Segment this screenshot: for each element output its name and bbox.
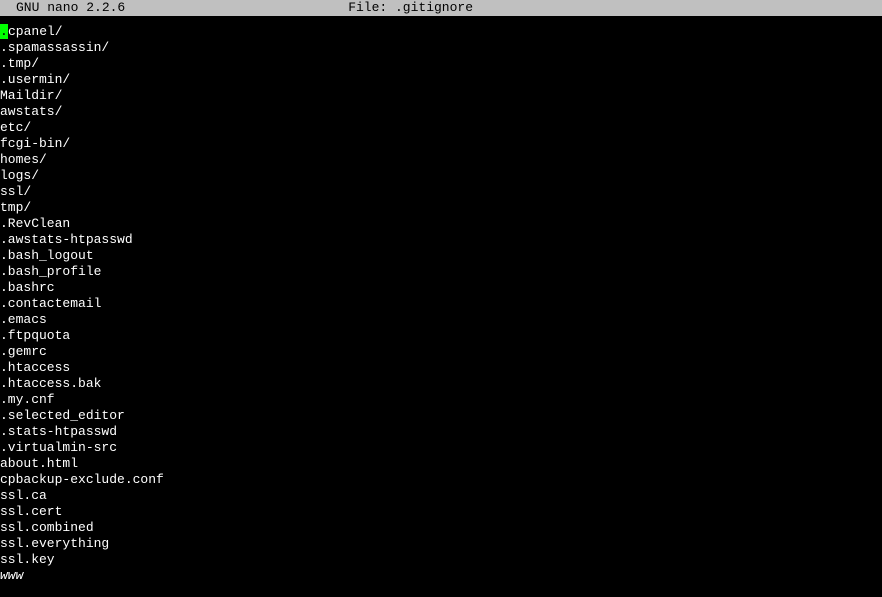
- editor-line: ssl.ca: [0, 488, 882, 504]
- editor-line: .my.cnf: [0, 392, 882, 408]
- editor-line: etc/: [0, 120, 882, 136]
- editor-line: ssl.cert: [0, 504, 882, 520]
- cursor: .: [0, 24, 8, 39]
- editor-line: tmp/: [0, 200, 882, 216]
- editor-area[interactable]: .cpanel/.spamassassin/.tmp/.usermin/Mail…: [0, 24, 882, 584]
- editor-line: .contactemail: [0, 296, 882, 312]
- editor-line: .spamassassin/: [0, 40, 882, 56]
- editor-line: .usermin/: [0, 72, 882, 88]
- editor-line: about.html: [0, 456, 882, 472]
- editor-line: .bashrc: [0, 280, 882, 296]
- app-name: GNU nano 2.2.6: [6, 0, 125, 16]
- editor-line: .awstats-htpasswd: [0, 232, 882, 248]
- editor-line: ssl/: [0, 184, 882, 200]
- editor-line: ssl.key: [0, 552, 882, 568]
- editor-line: fcgi-bin/: [0, 136, 882, 152]
- editor-line: Maildir/: [0, 88, 882, 104]
- editor-line: .RevClean: [0, 216, 882, 232]
- editor-line: awstats/: [0, 104, 882, 120]
- editor-line: .selected_editor: [0, 408, 882, 424]
- editor-line: .emacs: [0, 312, 882, 328]
- editor-line: .bash_logout: [0, 248, 882, 264]
- editor-line: ssl.combined: [0, 520, 882, 536]
- titlebar-right-spacer: [696, 0, 876, 16]
- editor-line: logs/: [0, 168, 882, 184]
- editor-line: homes/: [0, 152, 882, 168]
- editor-line: cpbackup-exclude.conf: [0, 472, 882, 488]
- editor-line: .tmp/: [0, 56, 882, 72]
- nano-titlebar: GNU nano 2.2.6 File: .gitignore: [0, 0, 882, 16]
- file-label: File: .gitignore: [125, 0, 696, 16]
- editor-line: .ftpquota: [0, 328, 882, 344]
- editor-line: .stats-htpasswd: [0, 424, 882, 440]
- editor-line: .gemrc: [0, 344, 882, 360]
- editor-line: www: [0, 568, 882, 584]
- editor-line: .virtualmin-src: [0, 440, 882, 456]
- editor-line: .htaccess: [0, 360, 882, 376]
- editor-line: .htaccess.bak: [0, 376, 882, 392]
- editor-line: ssl.everything: [0, 536, 882, 552]
- blank-line: [0, 16, 882, 24]
- editor-line: .cpanel/: [0, 24, 882, 40]
- editor-line: .bash_profile: [0, 264, 882, 280]
